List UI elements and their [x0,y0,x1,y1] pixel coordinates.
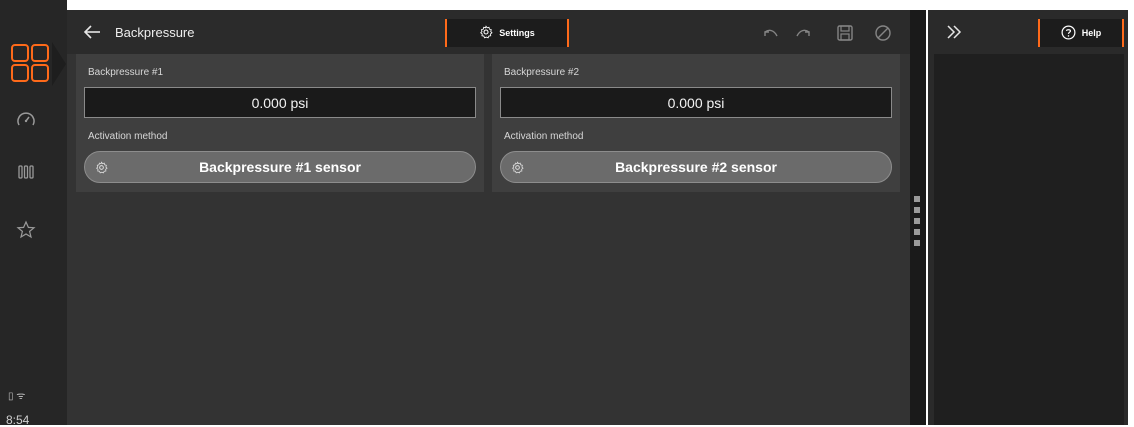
save-icon[interactable] [835,23,855,43]
resize-handle[interactable] [914,207,920,213]
apps-icon[interactable] [8,41,52,85]
help-content-area [934,54,1124,425]
activation-method-value: Backpressure #1 sensor [199,159,361,175]
undo-icon[interactable] [761,23,781,43]
main-panel: Backpressure Settings Backpressure #1 0.… [67,10,910,425]
settings-button[interactable]: Settings [445,19,569,47]
top-bar: Backpressure Settings [67,10,910,54]
star-icon[interactable] [0,204,52,256]
gear-icon [95,161,108,174]
status-icons: ▯ ᯤ [8,391,26,402]
help-label: Help [1081,28,1102,38]
card-label: Backpressure #2 [504,67,580,78]
activation-method-label: Activation method [88,131,168,142]
columns-icon[interactable] [0,146,52,198]
collapse-chevrons-icon[interactable] [944,22,964,42]
back-arrow-icon[interactable] [81,21,103,43]
cancel-icon[interactable] [873,23,893,43]
resize-handle[interactable] [914,229,920,235]
nav-rail: ▯ ᯤ 8:54 [0,0,67,427]
backpressure-value-field[interactable]: 0.000 psi [500,87,892,118]
activation-method-label: Activation method [504,131,584,142]
resize-handle[interactable] [914,240,920,246]
gauge-icon[interactable] [0,94,52,146]
gear-icon [479,25,493,41]
gear-icon [511,161,524,174]
redo-icon[interactable] [793,23,813,43]
help-button[interactable]: Help [1038,19,1124,47]
backpressure-card-1: Backpressure #1 0.000 psi Activation met… [76,54,484,192]
resize-handle[interactable] [914,218,920,224]
resize-handle[interactable] [914,196,920,202]
backpressure-value-field[interactable]: 0.000 psi [84,87,476,118]
settings-label: Settings [499,28,535,38]
help-top-bar: Help [928,10,1128,54]
rail-active-indicator [52,42,66,86]
backpressure-card-2: Backpressure #2 0.000 psi Activation met… [492,54,900,192]
activation-method-button[interactable]: Backpressure #2 sensor [500,151,892,183]
card-label: Backpressure #1 [88,67,164,78]
help-panel: Help [928,10,1128,425]
page-title: Backpressure [115,25,195,40]
activation-method-value: Backpressure #2 sensor [615,159,777,175]
question-circle-icon [1061,25,1076,42]
activation-method-button[interactable]: Backpressure #1 sensor [84,151,476,183]
